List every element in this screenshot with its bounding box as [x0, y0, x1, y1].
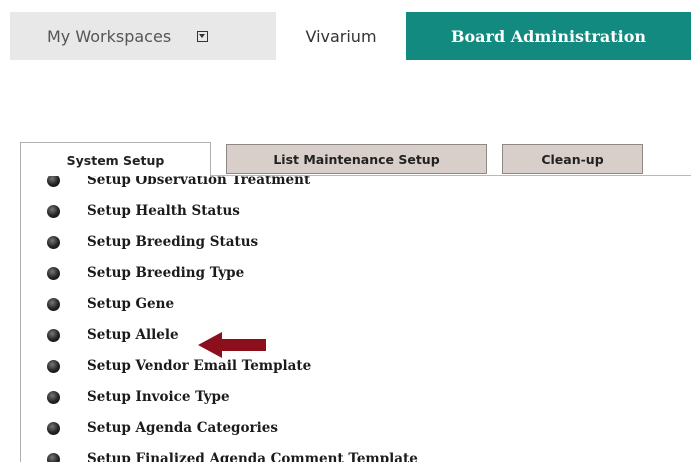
vivarium-label: Vivarium — [305, 26, 377, 46]
bullet-icon — [47, 328, 60, 342]
vivarium-tab[interactable]: Vivarium — [276, 12, 406, 60]
list-item-label: Setup Finalized Agenda Comment Template — [87, 451, 418, 462]
dropdown-icon[interactable] — [197, 30, 209, 42]
bullet-icon — [47, 266, 60, 280]
board-administration-tab[interactable]: Board Administration — [406, 12, 691, 60]
list-item-label: Setup Gene — [87, 296, 175, 312]
list-item-label: Setup Vendor Email Template — [87, 358, 312, 374]
list-item-label: Setup Agenda Categories — [87, 420, 278, 436]
list-item-label: Setup Health Status — [87, 203, 240, 219]
bullet-icon — [47, 390, 60, 404]
bullet-icon — [47, 235, 60, 249]
tab-label: Clean-up — [541, 151, 604, 167]
bullet-icon — [47, 359, 60, 373]
bullet-icon — [47, 421, 60, 435]
tab-clean-up[interactable]: Clean-up — [502, 144, 643, 174]
setup-list-panel: Setup Observation Treatment Setup Health… — [20, 176, 691, 462]
tab-list-maintenance-setup[interactable]: List Maintenance Setup — [226, 144, 487, 174]
tab-label: System Setup — [66, 153, 165, 168]
list-item-label: Setup Allele — [87, 327, 179, 343]
board-administration-label: Board Administration — [450, 26, 647, 46]
list-item-label: Setup Observation Treatment — [87, 176, 311, 188]
list-item-label: Setup Breeding Status — [87, 234, 259, 250]
list-item-label: Setup Breeding Type — [87, 265, 245, 281]
bullet-icon — [47, 204, 60, 218]
bullet-icon — [47, 176, 60, 187]
arrow-shape — [198, 332, 266, 358]
bullet-icon — [47, 297, 60, 311]
my-workspaces-label: My Workspaces — [47, 26, 172, 46]
bullet-icon — [47, 452, 60, 462]
my-workspaces-menu[interactable]: My Workspaces — [10, 12, 276, 60]
tab-system-setup[interactable]: System Setup — [20, 142, 211, 178]
list-item-label: Setup Invoice Type — [87, 389, 230, 405]
top-navigation: My Workspaces Vivarium Board Administrat… — [0, 0, 691, 72]
tab-label: List Maintenance Setup — [273, 151, 440, 167]
left-arrow-icon — [198, 332, 266, 358]
panel-border — [20, 176, 21, 462]
